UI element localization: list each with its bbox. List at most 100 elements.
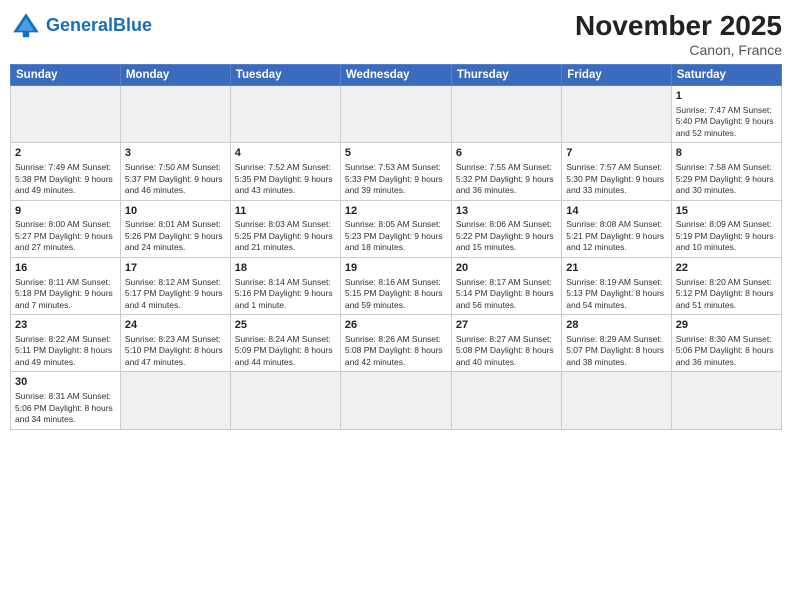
day-number: 21 <box>566 261 666 276</box>
day-info: Sunrise: 8:09 AM Sunset: 5:19 PM Dayligh… <box>676 219 777 253</box>
location: Canon, France <box>575 42 782 58</box>
day-number: 30 <box>15 375 116 390</box>
day-cell-1-2: 4Sunrise: 7:52 AM Sunset: 5:35 PM Daylig… <box>230 143 340 200</box>
day-cell-0-2 <box>230 86 340 143</box>
day-cell-5-0: 30Sunrise: 8:31 AM Sunset: 5:06 PM Dayli… <box>11 372 121 429</box>
day-cell-4-1: 24Sunrise: 8:23 AM Sunset: 5:10 PM Dayli… <box>120 315 230 372</box>
day-number: 8 <box>676 146 777 161</box>
day-cell-5-5 <box>562 372 671 429</box>
header-friday: Friday <box>562 65 671 86</box>
day-cell-5-3 <box>340 372 451 429</box>
calendar: Sunday Monday Tuesday Wednesday Thursday… <box>10 64 782 430</box>
day-cell-5-6 <box>671 372 781 429</box>
day-cell-3-6: 22Sunrise: 8:20 AM Sunset: 5:12 PM Dayli… <box>671 257 781 314</box>
day-cell-0-4 <box>451 86 561 143</box>
day-info: Sunrise: 8:00 AM Sunset: 5:27 PM Dayligh… <box>15 219 116 253</box>
day-info: Sunrise: 8:08 AM Sunset: 5:21 PM Dayligh… <box>566 219 666 253</box>
day-number: 9 <box>15 204 116 219</box>
week-row-3: 16Sunrise: 8:11 AM Sunset: 5:18 PM Dayli… <box>11 257 782 314</box>
day-cell-2-2: 11Sunrise: 8:03 AM Sunset: 5:25 PM Dayli… <box>230 200 340 257</box>
day-number: 4 <box>235 146 336 161</box>
day-cell-1-0: 2Sunrise: 7:49 AM Sunset: 5:38 PM Daylig… <box>11 143 121 200</box>
day-number: 5 <box>345 146 447 161</box>
day-cell-4-2: 25Sunrise: 8:24 AM Sunset: 5:09 PM Dayli… <box>230 315 340 372</box>
day-cell-3-5: 21Sunrise: 8:19 AM Sunset: 5:13 PM Dayli… <box>562 257 671 314</box>
day-number: 15 <box>676 204 777 219</box>
day-number: 10 <box>125 204 226 219</box>
day-number: 2 <box>15 146 116 161</box>
day-cell-3-0: 16Sunrise: 8:11 AM Sunset: 5:18 PM Dayli… <box>11 257 121 314</box>
day-info: Sunrise: 8:01 AM Sunset: 5:26 PM Dayligh… <box>125 219 226 253</box>
day-info: Sunrise: 7:53 AM Sunset: 5:33 PM Dayligh… <box>345 162 447 196</box>
day-cell-1-3: 5Sunrise: 7:53 AM Sunset: 5:33 PM Daylig… <box>340 143 451 200</box>
day-number: 18 <box>235 261 336 276</box>
day-cell-2-4: 13Sunrise: 8:06 AM Sunset: 5:22 PM Dayli… <box>451 200 561 257</box>
day-info: Sunrise: 8:06 AM Sunset: 5:22 PM Dayligh… <box>456 219 557 253</box>
day-number: 19 <box>345 261 447 276</box>
day-info: Sunrise: 8:23 AM Sunset: 5:10 PM Dayligh… <box>125 334 226 368</box>
day-info: Sunrise: 7:50 AM Sunset: 5:37 PM Dayligh… <box>125 162 226 196</box>
header-tuesday: Tuesday <box>230 65 340 86</box>
day-cell-0-3 <box>340 86 451 143</box>
header-sunday: Sunday <box>11 65 121 86</box>
day-cell-4-4: 27Sunrise: 8:27 AM Sunset: 5:08 PM Dayli… <box>451 315 561 372</box>
day-info: Sunrise: 8:20 AM Sunset: 5:12 PM Dayligh… <box>676 277 777 311</box>
day-number: 23 <box>15 318 116 333</box>
header-wednesday: Wednesday <box>340 65 451 86</box>
logo-general: General <box>46 15 113 35</box>
day-info: Sunrise: 7:47 AM Sunset: 5:40 PM Dayligh… <box>676 105 777 139</box>
day-info: Sunrise: 8:05 AM Sunset: 5:23 PM Dayligh… <box>345 219 447 253</box>
day-number: 28 <box>566 318 666 333</box>
days-header-row: Sunday Monday Tuesday Wednesday Thursday… <box>11 65 782 86</box>
day-number: 3 <box>125 146 226 161</box>
title-block: November 2025 Canon, France <box>575 10 782 58</box>
day-number: 24 <box>125 318 226 333</box>
day-cell-4-5: 28Sunrise: 8:29 AM Sunset: 5:07 PM Dayli… <box>562 315 671 372</box>
day-info: Sunrise: 8:22 AM Sunset: 5:11 PM Dayligh… <box>15 334 116 368</box>
week-row-0: 1Sunrise: 7:47 AM Sunset: 5:40 PM Daylig… <box>11 86 782 143</box>
day-number: 25 <box>235 318 336 333</box>
day-cell-3-1: 17Sunrise: 8:12 AM Sunset: 5:17 PM Dayli… <box>120 257 230 314</box>
day-cell-2-0: 9Sunrise: 8:00 AM Sunset: 5:27 PM Daylig… <box>11 200 121 257</box>
day-number: 6 <box>456 146 557 161</box>
day-info: Sunrise: 8:31 AM Sunset: 5:06 PM Dayligh… <box>15 391 116 425</box>
day-cell-2-5: 14Sunrise: 8:08 AM Sunset: 5:21 PM Dayli… <box>562 200 671 257</box>
day-number: 20 <box>456 261 557 276</box>
day-info: Sunrise: 8:29 AM Sunset: 5:07 PM Dayligh… <box>566 334 666 368</box>
logo-icon <box>10 10 42 42</box>
day-number: 12 <box>345 204 447 219</box>
day-info: Sunrise: 7:55 AM Sunset: 5:32 PM Dayligh… <box>456 162 557 196</box>
day-cell-2-6: 15Sunrise: 8:09 AM Sunset: 5:19 PM Dayli… <box>671 200 781 257</box>
day-number: 22 <box>676 261 777 276</box>
day-cell-5-1 <box>120 372 230 429</box>
day-number: 13 <box>456 204 557 219</box>
day-info: Sunrise: 8:14 AM Sunset: 5:16 PM Dayligh… <box>235 277 336 311</box>
day-info: Sunrise: 7:58 AM Sunset: 5:29 PM Dayligh… <box>676 162 777 196</box>
week-row-2: 9Sunrise: 8:00 AM Sunset: 5:27 PM Daylig… <box>11 200 782 257</box>
month-title: November 2025 <box>575 10 782 42</box>
day-info: Sunrise: 8:03 AM Sunset: 5:25 PM Dayligh… <box>235 219 336 253</box>
day-number: 14 <box>566 204 666 219</box>
day-number: 27 <box>456 318 557 333</box>
day-info: Sunrise: 8:11 AM Sunset: 5:18 PM Dayligh… <box>15 277 116 311</box>
day-info: Sunrise: 8:17 AM Sunset: 5:14 PM Dayligh… <box>456 277 557 311</box>
day-info: Sunrise: 7:49 AM Sunset: 5:38 PM Dayligh… <box>15 162 116 196</box>
day-cell-5-2 <box>230 372 340 429</box>
day-cell-2-1: 10Sunrise: 8:01 AM Sunset: 5:26 PM Dayli… <box>120 200 230 257</box>
week-row-1: 2Sunrise: 7:49 AM Sunset: 5:38 PM Daylig… <box>11 143 782 200</box>
day-number: 7 <box>566 146 666 161</box>
day-number: 11 <box>235 204 336 219</box>
header-saturday: Saturday <box>671 65 781 86</box>
day-cell-1-6: 8Sunrise: 7:58 AM Sunset: 5:29 PM Daylig… <box>671 143 781 200</box>
day-cell-4-0: 23Sunrise: 8:22 AM Sunset: 5:11 PM Dayli… <box>11 315 121 372</box>
day-cell-1-4: 6Sunrise: 7:55 AM Sunset: 5:32 PM Daylig… <box>451 143 561 200</box>
day-cell-0-0 <box>11 86 121 143</box>
day-cell-4-3: 26Sunrise: 8:26 AM Sunset: 5:08 PM Dayli… <box>340 315 451 372</box>
day-number: 17 <box>125 261 226 276</box>
day-info: Sunrise: 8:26 AM Sunset: 5:08 PM Dayligh… <box>345 334 447 368</box>
day-number: 29 <box>676 318 777 333</box>
day-number: 1 <box>676 89 777 104</box>
day-number: 16 <box>15 261 116 276</box>
day-info: Sunrise: 8:30 AM Sunset: 5:06 PM Dayligh… <box>676 334 777 368</box>
day-cell-3-2: 18Sunrise: 8:14 AM Sunset: 5:16 PM Dayli… <box>230 257 340 314</box>
